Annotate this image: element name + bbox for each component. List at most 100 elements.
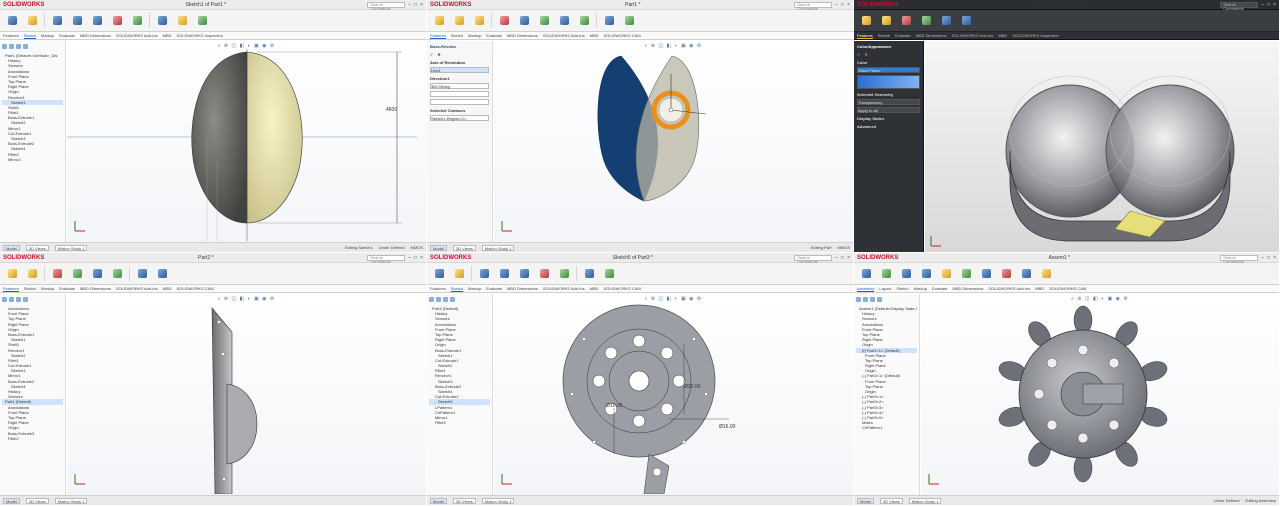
tab-features[interactable]: Features bbox=[3, 33, 19, 38]
tab-motion-study[interactable]: Motion Study 1 bbox=[54, 497, 88, 504]
tab-assembly[interactable]: Assembly bbox=[857, 286, 875, 292]
tab-3d-views[interactable]: 3D Views bbox=[879, 497, 903, 504]
tab-sketch[interactable]: Sketch bbox=[23, 33, 37, 39]
tab-inspection[interactable]: SOLIDWORKS Inspection bbox=[1012, 33, 1058, 38]
quick-snaps-button[interactable] bbox=[600, 264, 618, 283]
cancel-icon[interactable]: ✖ bbox=[864, 52, 867, 57]
tab-motion-study[interactable]: Motion Study 1 bbox=[54, 244, 88, 251]
property-icon[interactable] bbox=[863, 297, 868, 302]
dimension-label[interactable]: 4600 bbox=[386, 107, 397, 113]
extruded-boss-button[interactable] bbox=[3, 264, 21, 283]
repair-button[interactable] bbox=[173, 11, 191, 30]
arc-button[interactable] bbox=[88, 11, 106, 30]
minimize-icon[interactable]: – bbox=[408, 2, 411, 8]
mirror-button[interactable] bbox=[555, 264, 573, 283]
minimize-icon[interactable]: – bbox=[1261, 255, 1264, 261]
angle-field[interactable]: 360.00deg bbox=[430, 83, 489, 89]
tab-mbd[interactable]: MBD bbox=[590, 286, 599, 291]
dimxpert-icon[interactable] bbox=[450, 297, 455, 302]
search-input[interactable]: Search Commands bbox=[794, 1, 833, 10]
direction-field[interactable] bbox=[430, 91, 489, 97]
tab-mbd-dimensions[interactable]: MBD Dimensions bbox=[916, 33, 947, 38]
tab-mbd[interactable]: MBD bbox=[998, 33, 1007, 38]
cancel-icon[interactable]: ✖ bbox=[437, 52, 440, 57]
component-preview-button[interactable] bbox=[897, 264, 915, 283]
exploded-view-button[interactable] bbox=[1037, 264, 1055, 283]
transparency-field[interactable]: Transparency bbox=[857, 99, 920, 105]
graphics-area[interactable]: ⌕ ⊕ ◫ ◧ ◐ ▣ ◉ ⚙ 4600 bbox=[67, 41, 426, 242]
ribbon-button[interactable] bbox=[957, 11, 975, 30]
tab-model[interactable]: Model bbox=[430, 497, 447, 504]
revolved-boss-button[interactable] bbox=[23, 264, 41, 283]
tab-sketch[interactable]: Sketch bbox=[24, 286, 36, 291]
tab-model[interactable]: Model bbox=[3, 244, 20, 251]
tree-icon[interactable] bbox=[429, 297, 434, 302]
move-component-button[interactable] bbox=[957, 264, 975, 283]
pm-section[interactable]: Selected Contours bbox=[430, 108, 489, 113]
property-icon[interactable] bbox=[9, 297, 14, 302]
tab-addins[interactable]: SOLIDWORKS Add-Ins bbox=[952, 33, 994, 38]
tree-icon[interactable] bbox=[2, 44, 7, 49]
maximize-icon[interactable]: □ bbox=[841, 2, 844, 8]
quick-snaps-button[interactable] bbox=[193, 11, 211, 30]
tree-icon[interactable] bbox=[2, 297, 7, 302]
tab-evaluate[interactable]: Evaluate bbox=[59, 286, 75, 291]
tree-item[interactable]: CirPattern1 bbox=[856, 425, 917, 430]
tab-features[interactable]: Features bbox=[430, 286, 446, 291]
pm-section[interactable]: Advanced bbox=[857, 124, 920, 129]
line-button[interactable] bbox=[475, 264, 493, 283]
dimension-label[interactable]: Ø10.00 bbox=[606, 403, 623, 409]
contours-field[interactable]: Sketch1-Region<1> bbox=[430, 115, 489, 121]
config-icon[interactable] bbox=[443, 297, 448, 302]
tab-evaluate[interactable]: Evaluate bbox=[895, 33, 911, 38]
shell-button[interactable] bbox=[108, 264, 126, 283]
maximize-icon[interactable]: □ bbox=[1267, 2, 1270, 8]
graphics-area[interactable]: ⌕ ⊕ ◫ ◧ ◐ ▣ ◉ ⚙ bbox=[494, 294, 853, 495]
pm-section[interactable]: Display States bbox=[857, 116, 920, 121]
tree-icon[interactable] bbox=[856, 297, 861, 302]
tab-model[interactable]: Model bbox=[857, 497, 874, 504]
tab-markup[interactable]: Markup bbox=[914, 286, 927, 291]
circle-button[interactable] bbox=[495, 264, 513, 283]
tab-markup[interactable]: Markup bbox=[468, 286, 481, 291]
relations-button[interactable] bbox=[580, 264, 598, 283]
sketch-button[interactable] bbox=[430, 264, 448, 283]
property-icon[interactable] bbox=[436, 297, 441, 302]
tab-mbd-dimensions[interactable]: MBD Dimensions bbox=[507, 286, 538, 291]
graphics-area[interactable]: ⌕ ⊕ ◫ ◧ ◐ ▣ ◉ ⚙ bbox=[67, 294, 426, 495]
close-icon[interactable]: × bbox=[847, 2, 850, 8]
show-hidden-button[interactable] bbox=[977, 264, 995, 283]
tab-features[interactable]: Features bbox=[857, 33, 873, 39]
tab-model[interactable]: Model bbox=[3, 497, 20, 504]
tab-mbd-dimensions[interactable]: MBD Dimensions bbox=[80, 286, 111, 291]
tab-features[interactable]: Features bbox=[3, 286, 19, 292]
dimension-label[interactable]: Ø20.00 bbox=[684, 384, 701, 390]
ribbon-button[interactable] bbox=[897, 11, 915, 30]
pm-section[interactable]: Direction1 bbox=[430, 76, 489, 81]
maximize-icon[interactable]: □ bbox=[1267, 255, 1270, 261]
mirror-button[interactable] bbox=[128, 11, 146, 30]
maximize-icon[interactable]: □ bbox=[841, 255, 844, 261]
property-icon[interactable] bbox=[9, 44, 14, 49]
ribbon-button[interactable] bbox=[877, 11, 895, 30]
tab-motion-study[interactable]: Motion Study 1 bbox=[481, 497, 515, 504]
smart-dimension-button[interactable] bbox=[23, 11, 41, 30]
tab-evaluate[interactable]: Evaluate bbox=[59, 33, 75, 38]
dimension-label[interactable]: Ø16.00 bbox=[719, 424, 736, 430]
instant3d-button[interactable] bbox=[620, 11, 638, 30]
smart-dimension-button[interactable] bbox=[450, 264, 468, 283]
tab-evaluate[interactable]: Evaluate bbox=[932, 286, 948, 291]
tab-markup[interactable]: Markup bbox=[41, 33, 54, 38]
hole-wizard-button[interactable] bbox=[515, 11, 533, 30]
extruded-cut-button[interactable] bbox=[48, 264, 66, 283]
search-input[interactable]: Search Commands bbox=[1220, 1, 1259, 10]
insert-components-button[interactable] bbox=[857, 264, 875, 283]
fillet-button[interactable] bbox=[68, 264, 86, 283]
tab-mbd-dimensions[interactable]: MBD Dimensions bbox=[953, 286, 984, 291]
tab-sketch[interactable]: Sketch bbox=[450, 286, 464, 292]
apply-all-field[interactable]: Apply to all bbox=[857, 107, 920, 113]
minimize-icon[interactable]: – bbox=[835, 2, 838, 8]
search-input[interactable]: Search Commands bbox=[794, 254, 833, 263]
search-input[interactable]: Search Commands bbox=[367, 254, 406, 263]
close-icon[interactable]: × bbox=[420, 255, 423, 261]
